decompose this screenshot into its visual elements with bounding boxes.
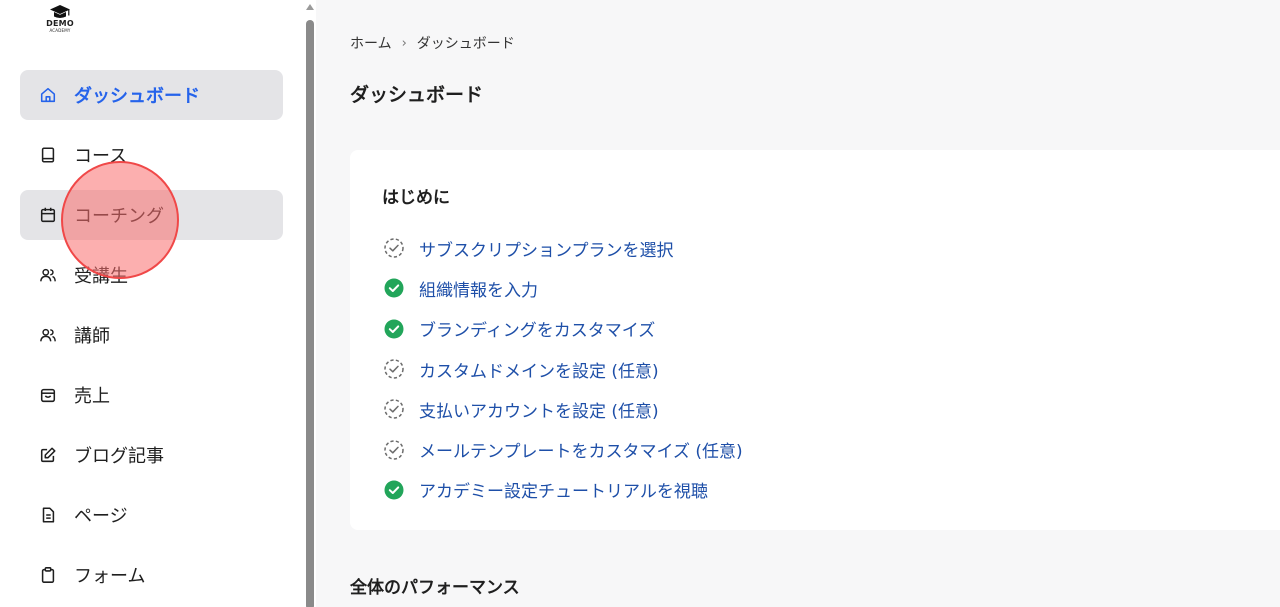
check-circle-icon [382,478,406,502]
users-icon [38,325,58,345]
app-window: DEMO ACADEMY ダッシュボード コース コーチング 受講生 講師 売上… [0,0,1280,607]
sidebar-item-label: 受講生 [74,266,128,287]
sidebar: DEMO ACADEMY ダッシュボード コース コーチング 受講生 講師 売上… [0,0,304,607]
sidebar-item-label: コーチング [74,206,164,227]
sidebar-item-sales[interactable]: 売上 [20,370,283,420]
edit-icon [38,445,58,465]
pending-check-icon [382,397,406,421]
shopping-bag-icon [38,385,58,405]
overall-performance-title: 全体のパフォーマンス [350,578,520,598]
pending-check-icon [382,357,406,381]
checklist-item-label: ブランディングをカスタマイズ [419,321,656,342]
check-circle-icon [382,276,406,300]
academy-logo[interactable]: DEMO ACADEMY [40,4,80,42]
main-content: ホーム › ダッシュボード ダッシュボード はじめに サブスクリプションプランを… [316,0,1280,607]
checklist-item-label: サブスクリプションプランを選択 [419,240,674,261]
checklist-item-label: 組織情報を入力 [419,280,538,301]
sidebar-item-label: フォーム [74,566,146,587]
checklist-item-label: アカデミー設定チュートリアルを視聴 [419,482,708,503]
sidebar-item-students[interactable]: 受講生 [20,250,283,300]
graduation-cap-icon [40,4,80,20]
sidebar-item-instructors[interactable]: 講師 [20,310,283,360]
pending-check-icon [382,438,406,462]
checklist-item-branding[interactable]: ブランディングをカスタマイズ [382,309,743,349]
users-icon [38,265,58,285]
sidebar-item-label: ページ [74,506,128,527]
checklist-item-subscription-plan[interactable]: サブスクリプションプランを選択 [382,228,743,268]
getting-started-card: はじめに サブスクリプションプランを選択 組織情報を入力 ブランディングをカスタ… [350,150,1280,530]
sidebar-item-courses[interactable]: コース [20,130,283,180]
checklist-item-organization-info[interactable]: 組織情報を入力 [382,268,743,308]
breadcrumb-home[interactable]: ホーム [350,33,392,53]
checklist-item-custom-domain[interactable]: カスタムドメインを設定 (任意) [382,349,743,389]
sidebar-item-label: ブログ記事 [74,446,164,467]
checklist-item-setup-tutorial[interactable]: アカデミー設定チュートリアルを視聴 [382,470,743,510]
breadcrumb-current: ダッシュボード [416,36,515,52]
checklist-item-label: 支払いアカウントを設定 (任意) [419,401,659,422]
sidebar-item-label: コース [74,146,128,167]
logo-brand: DEMO [46,19,74,28]
sidebar-item-label: ダッシュボード [74,86,200,107]
sidebar-item-label: 講師 [74,326,110,347]
home-icon [38,85,58,105]
breadcrumb: ホーム › ダッシュボード [350,33,515,53]
getting-started-checklist: サブスクリプションプランを選択 組織情報を入力 ブランディングをカスタマイズ カ… [382,228,743,510]
sidebar-item-pages[interactable]: ページ [20,490,283,540]
calendar-icon [38,205,58,225]
sidebar-item-coaching[interactable]: コーチング [20,190,283,240]
sidebar-item-blog-posts[interactable]: ブログ記事 [20,430,283,480]
sidebar-item-dashboard[interactable]: ダッシュボード [20,70,283,120]
document-icon [38,505,58,525]
check-circle-icon [382,317,406,341]
scrollbar-thumb[interactable] [306,20,314,607]
pending-check-icon [382,236,406,260]
scroll-up-arrow-icon[interactable] [306,4,314,10]
clipboard-icon [38,565,58,585]
checklist-item-label: カスタムドメインを設定 (任意) [419,361,659,382]
checklist-item-label: メールテンプレートをカスタマイズ (任意) [419,442,743,463]
page-title: ダッシュボード [350,84,484,106]
chevron-right-icon: › [401,35,407,51]
checklist-item-payment-account[interactable]: 支払いアカウントを設定 (任意) [382,389,743,429]
sidebar-item-forms[interactable]: フォーム [20,550,283,600]
logo-subtitle: ACADEMY [49,28,71,33]
sidebar-scrollbar[interactable] [304,0,316,607]
book-icon [38,145,58,165]
checklist-item-email-templates[interactable]: メールテンプレートをカスタマイズ (任意) [382,429,743,469]
sidebar-item-label: 売上 [74,386,110,407]
getting-started-title: はじめに [382,188,450,208]
